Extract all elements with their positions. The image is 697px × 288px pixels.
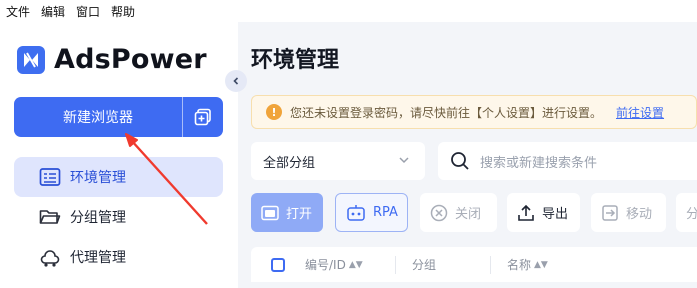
menu-edit[interactable]: 编辑: [41, 3, 65, 20]
robot-icon: [346, 204, 366, 222]
folder-icon: [39, 206, 61, 228]
sidebar-item-proxies[interactable]: 代理管理: [14, 237, 223, 277]
move-button[interactable]: 移动: [591, 193, 666, 232]
chevron-down-icon: [399, 157, 409, 164]
column-group[interactable]: 分组: [412, 256, 490, 273]
open-label: 打开: [286, 207, 313, 222]
chevron-left-icon: [233, 77, 239, 85]
export-button[interactable]: 导出: [507, 193, 580, 232]
export-label: 导出: [542, 207, 569, 222]
menu-window[interactable]: 窗口: [76, 3, 100, 20]
new-browser-button[interactable]: 新建浏览器: [14, 97, 223, 137]
export-icon: [517, 204, 535, 222]
table-header: 编号/ID ▲▼ 分组 名称 ▲▼: [251, 247, 697, 282]
search-input[interactable]: 搜索或新建搜索条件: [438, 142, 697, 180]
collapse-sidebar-button[interactable]: [225, 70, 247, 92]
close-circle-icon: [430, 204, 448, 222]
search-icon: [450, 151, 470, 171]
password-warning-banner: ! 您还未设置登录密码，请尽快前往【个人设置】进行设置。 前往设置: [251, 95, 697, 129]
sidebar-item-label: 环境管理: [70, 170, 126, 186]
sidebar-item-groups[interactable]: 分组管理: [14, 197, 223, 237]
column-name[interactable]: 名称 ▲▼: [507, 256, 548, 273]
group-filter-value: 全部分组: [263, 155, 316, 171]
close-label: 关闭: [455, 207, 482, 222]
go-to-settings-link[interactable]: 前往设置: [616, 104, 664, 121]
menu-file[interactable]: 文件: [6, 3, 30, 20]
new-browser-label[interactable]: 新建浏览器: [14, 107, 182, 127]
column-divider: [490, 255, 491, 274]
group-filter-select[interactable]: 全部分组: [251, 142, 425, 180]
batch-add-icon[interactable]: [183, 108, 223, 126]
main-panel: 环境管理 ! 您还未设置登录密码，请尽快前往【个人设置】进行设置。 前往设置 全…: [238, 22, 697, 288]
app-name: AdsPower: [54, 44, 207, 75]
app-logo: AdsPower: [17, 44, 207, 75]
close-button[interactable]: 关闭: [420, 193, 497, 232]
column-name-label: 名称: [507, 258, 532, 272]
column-group-label: 分组: [412, 258, 437, 272]
menu-bar: 文件 编辑 窗口 帮助: [0, 0, 697, 22]
open-button[interactable]: 打开: [251, 193, 323, 232]
move-icon: [601, 204, 619, 222]
more-toolbar-button[interactable]: 分: [676, 193, 697, 232]
warning-text: 您还未设置登录密码，请尽快前往【个人设置】进行设置。: [290, 105, 603, 120]
page-title: 环境管理: [251, 48, 340, 73]
profile-list-icon: [39, 166, 61, 188]
column-id[interactable]: 编号/ID ▲▼: [305, 256, 395, 273]
menu-help[interactable]: 帮助: [111, 3, 135, 20]
select-all-checkbox[interactable]: [271, 257, 285, 272]
warning-icon: !: [266, 104, 282, 120]
sidebar-item-label: 代理管理: [70, 250, 126, 266]
more-label: 分: [686, 207, 697, 222]
column-id-label: 编号/ID: [305, 258, 346, 272]
move-label: 移动: [626, 207, 653, 222]
browser-window-icon: [261, 205, 279, 221]
column-divider: [395, 255, 396, 274]
sidebar: AdsPower 新建浏览器 环境管理 分组管理 代理管理: [0, 22, 238, 288]
rpa-label: RPA: [373, 205, 398, 220]
rpa-button[interactable]: RPA: [335, 193, 408, 232]
sidebar-item-environment[interactable]: 环境管理: [14, 157, 223, 197]
sidebar-item-label: 分组管理: [70, 210, 126, 226]
sort-icon[interactable]: ▲▼: [349, 260, 363, 270]
search-placeholder: 搜索或新建搜索条件: [480, 155, 598, 171]
sort-icon[interactable]: ▲▼: [534, 260, 548, 270]
proxy-network-icon: [39, 246, 61, 268]
adspower-logo-icon: [17, 45, 45, 74]
